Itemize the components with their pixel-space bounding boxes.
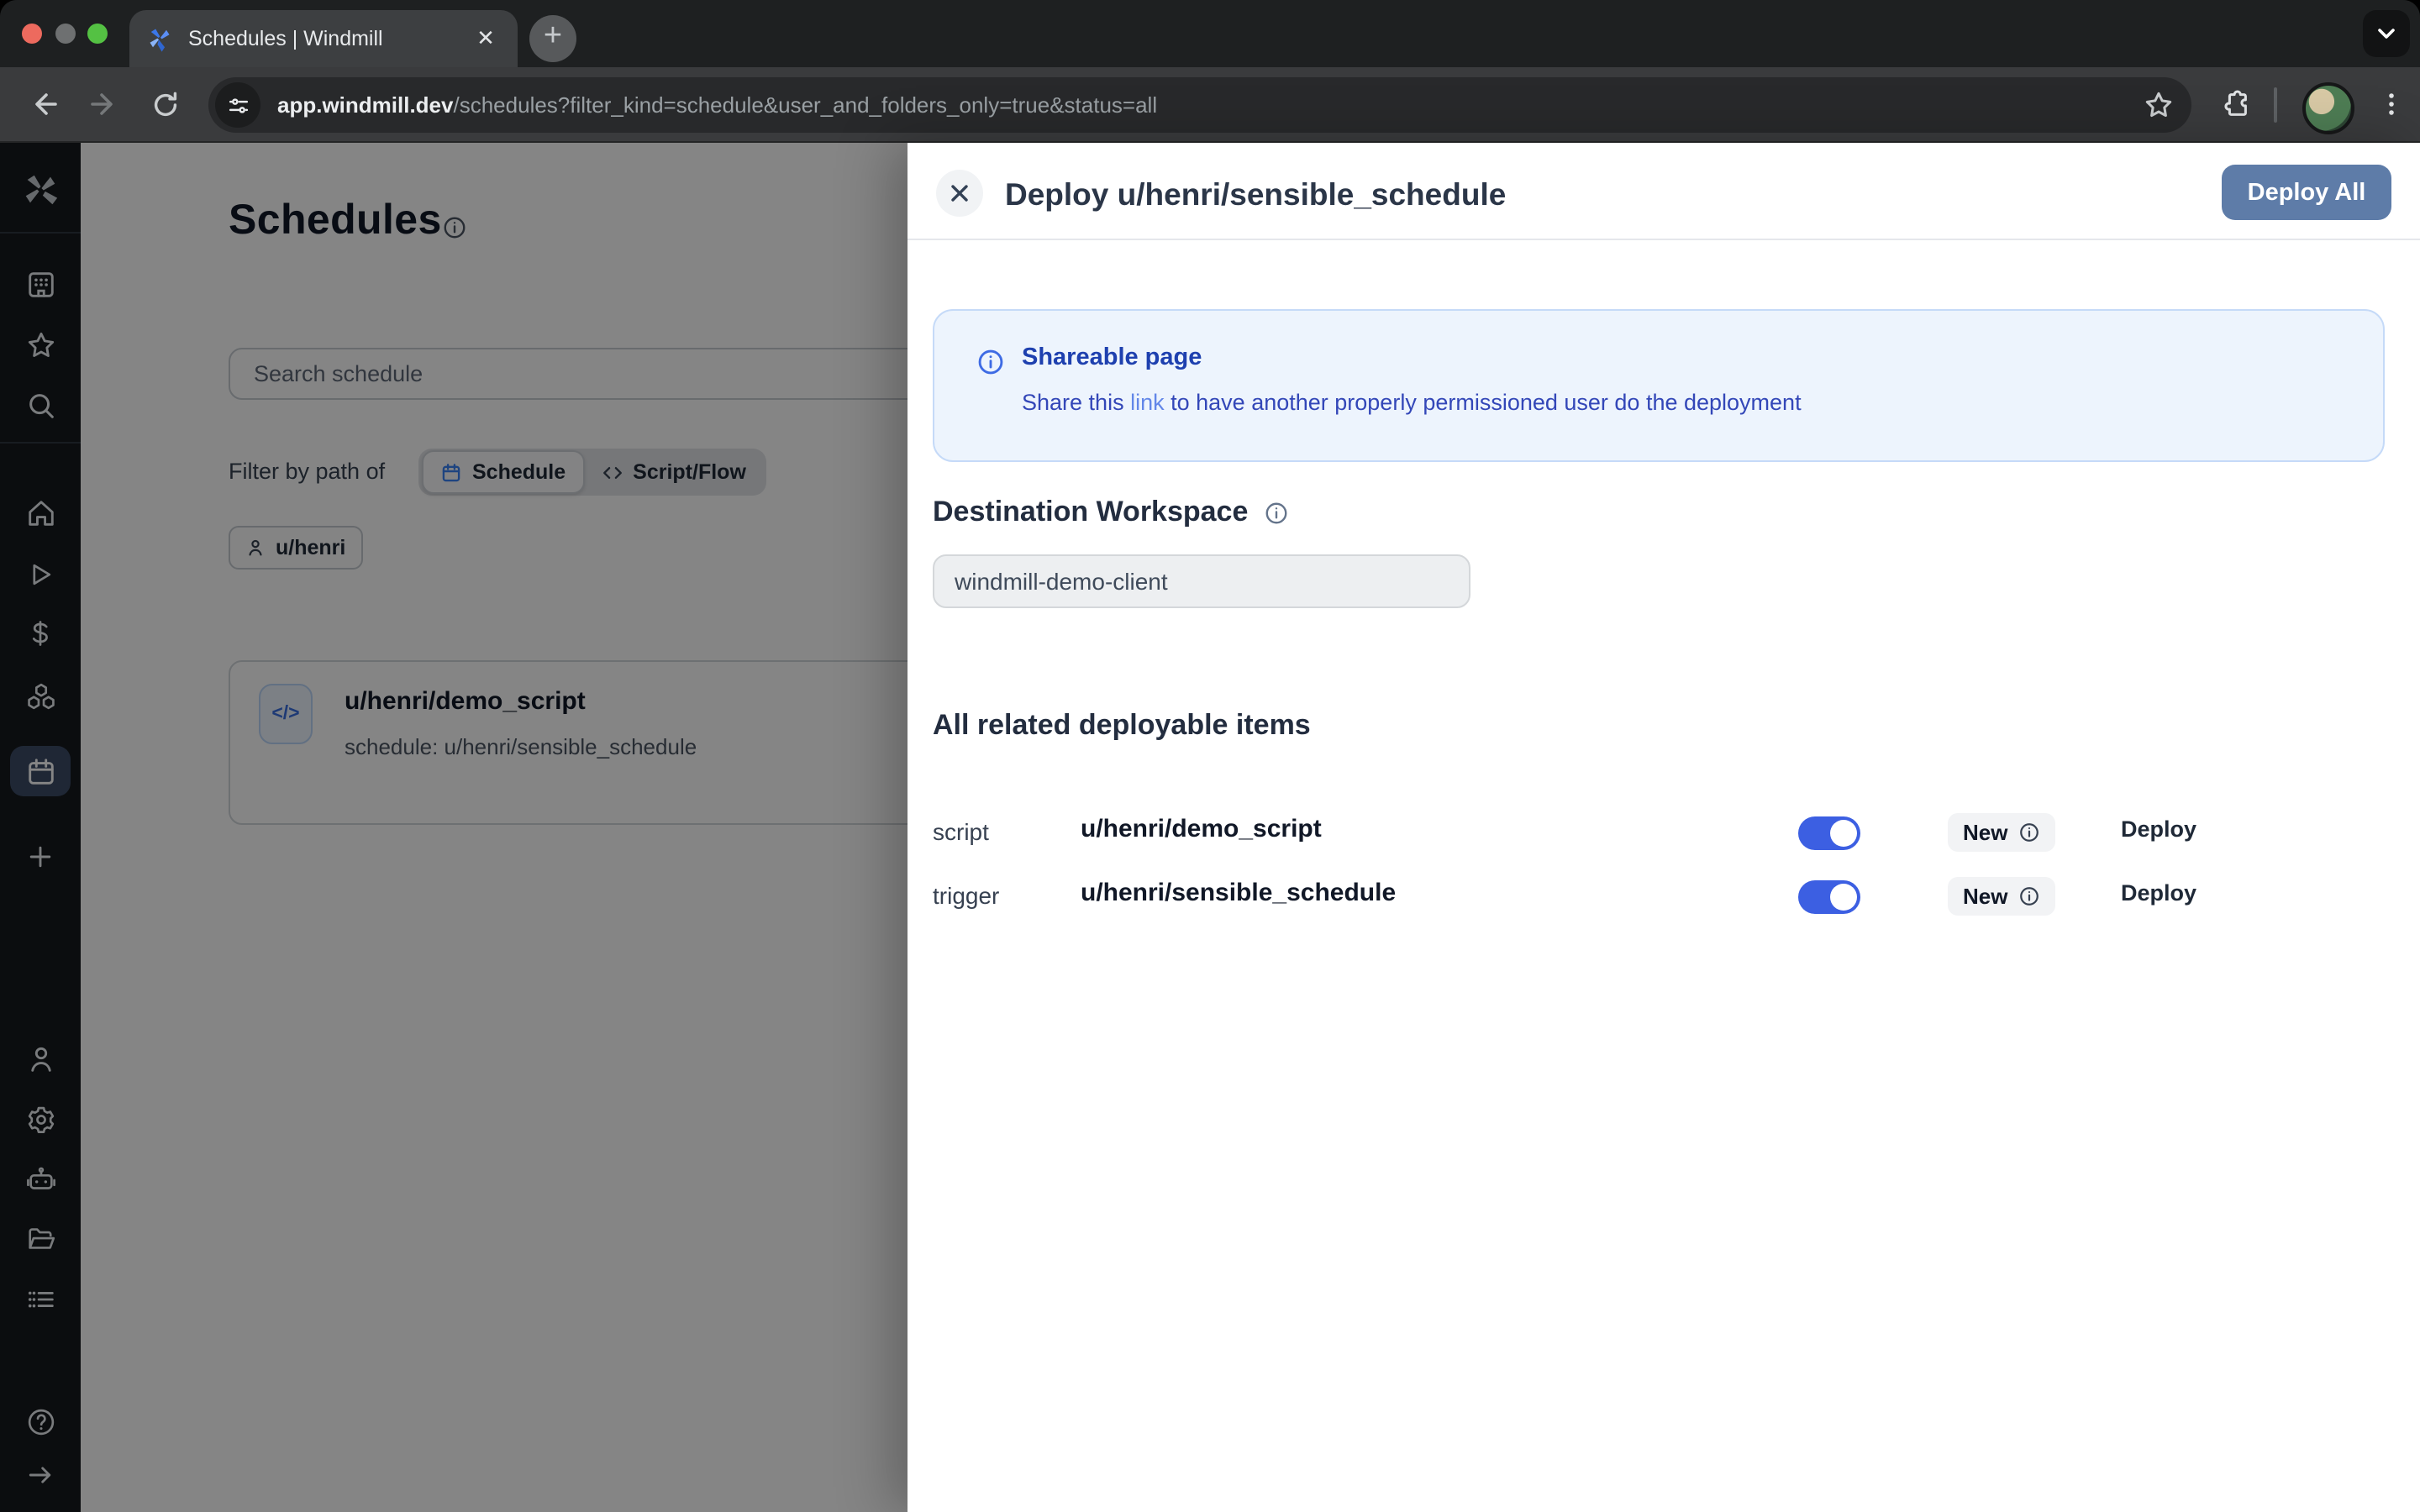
extensions-puzzle-icon bbox=[2219, 88, 2251, 120]
browser-menu-button[interactable] bbox=[2371, 84, 2412, 124]
status-text: New bbox=[1963, 820, 2007, 845]
drawer-backdrop[interactable] bbox=[0, 143, 908, 1512]
app-viewport: Schedules Filter by path of Schedule Scr… bbox=[0, 143, 2420, 1512]
url-text: app.windmill.dev/schedules?filter_kind=s… bbox=[277, 92, 2143, 118]
kebab-menu-icon bbox=[2378, 91, 2405, 118]
deployable-row-script: script u/henri/demo_script New Deploy bbox=[908, 811, 2420, 855]
drawer-close-button[interactable] bbox=[936, 170, 983, 217]
forward-button[interactable] bbox=[84, 84, 124, 124]
drawer-header-divider bbox=[908, 239, 2420, 240]
close-window-button[interactable] bbox=[22, 24, 42, 44]
item-path: u/henri/sensible_schedule bbox=[1081, 879, 1396, 907]
destination-info-icon[interactable] bbox=[1263, 500, 1288, 525]
item-enabled-toggle[interactable] bbox=[1798, 816, 1860, 850]
new-tab-button[interactable]: + bbox=[529, 15, 576, 62]
back-arrow-icon bbox=[27, 87, 60, 121]
status-info-icon[interactable] bbox=[2018, 822, 2039, 843]
close-icon bbox=[948, 181, 971, 205]
info-icon bbox=[976, 348, 1005, 376]
deployable-items-heading: All related deployable items bbox=[933, 709, 1311, 743]
item-path: u/henri/demo_script bbox=[1081, 815, 1322, 843]
item-deploy-button[interactable]: Deploy bbox=[2121, 816, 2196, 842]
toolbar-separator bbox=[2274, 87, 2277, 123]
windmill-favicon-icon bbox=[146, 25, 173, 52]
share-link[interactable]: link bbox=[1130, 390, 1165, 415]
browser-window: Schedules | Windmill ✕ + app.wind bbox=[0, 0, 2420, 1512]
item-status-badge: New bbox=[1948, 877, 2054, 916]
url-host: app.windmill.dev bbox=[277, 92, 454, 118]
deploy-all-button[interactable]: Deploy All bbox=[2222, 165, 2391, 220]
status-text: New bbox=[1963, 884, 2007, 909]
shareable-page-info-box: Shareable page Share this link to have a… bbox=[933, 309, 2385, 462]
destination-workspace-input[interactable] bbox=[933, 554, 1470, 608]
bookmark-star-icon bbox=[2143, 89, 2175, 121]
zoom-window-button[interactable] bbox=[87, 24, 108, 44]
minimize-window-button[interactable] bbox=[55, 24, 76, 44]
address-bar[interactable]: app.windmill.dev/schedules?filter_kind=s… bbox=[208, 77, 2191, 133]
tab-search-chevron-button[interactable] bbox=[2363, 10, 2410, 57]
item-status-badge: New bbox=[1948, 813, 2054, 852]
reload-button[interactable] bbox=[145, 84, 185, 124]
toggle-knob bbox=[1830, 884, 1857, 911]
destination-workspace-label: Destination Workspace bbox=[933, 496, 1288, 529]
url-path: /schedules?filter_kind=schedule&user_and… bbox=[454, 92, 1158, 118]
item-deploy-button[interactable]: Deploy bbox=[2121, 880, 2196, 906]
site-info-button[interactable] bbox=[215, 82, 260, 128]
chevron-down-icon bbox=[2375, 22, 2398, 45]
item-kind: script bbox=[933, 818, 989, 845]
info-body-suffix: to have another properly permissioned us… bbox=[1165, 390, 1802, 415]
item-enabled-toggle[interactable] bbox=[1798, 880, 1860, 914]
item-kind: trigger bbox=[933, 882, 999, 909]
bookmark-button[interactable] bbox=[2143, 89, 2175, 121]
info-box-body: Share this link to have another properly… bbox=[1022, 390, 1802, 415]
info-box-title: Shareable page bbox=[1022, 344, 1202, 371]
tab-close-icon[interactable]: ✕ bbox=[471, 24, 501, 54]
back-button[interactable] bbox=[24, 84, 64, 124]
tune-icon bbox=[226, 93, 250, 117]
extensions-button[interactable] bbox=[2215, 84, 2255, 124]
tab-title: Schedules | Windmill bbox=[188, 27, 471, 50]
reload-icon bbox=[149, 88, 181, 120]
info-body-prefix: Share this bbox=[1022, 390, 1130, 415]
browser-toolbar: app.windmill.dev/schedules?filter_kind=s… bbox=[0, 67, 2420, 143]
status-info-icon[interactable] bbox=[2018, 885, 2039, 907]
destination-workspace-text: Destination Workspace bbox=[933, 496, 1248, 529]
toggle-knob bbox=[1830, 820, 1857, 847]
browser-tab[interactable]: Schedules | Windmill ✕ bbox=[129, 10, 518, 67]
tab-strip: Schedules | Windmill ✕ + bbox=[0, 0, 2420, 67]
forward-arrow-icon bbox=[87, 87, 121, 121]
deployable-row-trigger: trigger u/henri/sensible_schedule New De… bbox=[908, 875, 2420, 919]
deploy-drawer: Deploy u/henri/sensible_schedule Deploy … bbox=[908, 143, 2420, 1512]
drawer-title: Deploy u/henri/sensible_schedule bbox=[1005, 176, 1506, 213]
profile-avatar[interactable] bbox=[2302, 82, 2354, 134]
